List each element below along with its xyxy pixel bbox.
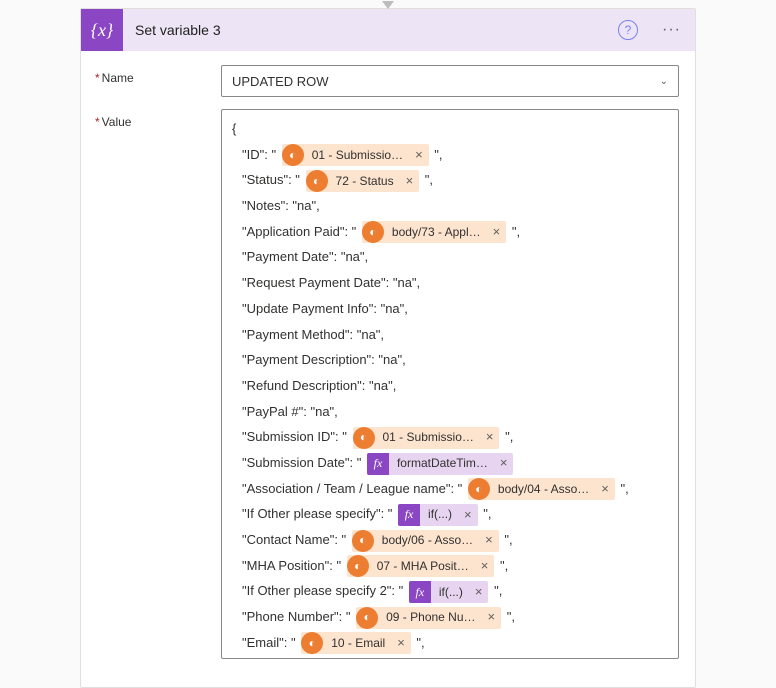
dynamic-icon: ◐ xyxy=(352,530,374,552)
required-marker: * xyxy=(95,71,100,85)
token-label: formatDateTim… xyxy=(389,453,494,475)
value-input[interactable]: {"ID": " ◐01 - Submissio…× ","Status": "… xyxy=(221,109,679,659)
code-line: "Email": " ◐10 - Email× ", xyxy=(232,631,668,656)
name-label: *Name xyxy=(95,65,221,85)
close-icon[interactable]: × xyxy=(391,632,411,654)
code-line: "Refund Description": "na", xyxy=(232,374,668,399)
value-row: *Value {"ID": " ◐01 - Submissio…× ","Sta… xyxy=(95,109,679,659)
help-icon[interactable]: ? xyxy=(618,20,638,40)
dynamic-content-token[interactable]: ◐body/73 - Appl…× xyxy=(362,221,506,243)
card-header[interactable]: {x} Set variable 3 ? ··· xyxy=(81,9,695,51)
token-label: body/06 - Asso… xyxy=(374,530,479,552)
code-line: "If Other please specify 2": " fxif(...)… xyxy=(232,579,668,604)
action-card: {x} Set variable 3 ? ··· *Name UPDATED R… xyxy=(80,8,696,688)
code-line: "Phone Number": " ◐09 - Phone Nu…× ", xyxy=(232,605,668,630)
close-icon[interactable]: × xyxy=(480,427,500,449)
dynamic-icon: ◐ xyxy=(301,632,323,654)
token-label: 07 - MHA Posit… xyxy=(369,555,475,577)
code-line: "Submission ID": " ◐01 - Submissio…× ", xyxy=(232,425,668,450)
close-icon[interactable]: × xyxy=(595,478,615,500)
close-icon[interactable]: × xyxy=(487,221,507,243)
more-options-button[interactable]: ··· xyxy=(656,17,687,43)
fx-icon: fx xyxy=(409,581,431,603)
expression-token[interactable]: fxformatDateTim…× xyxy=(367,453,514,475)
code-line: "PayPal #": "na", xyxy=(232,400,668,425)
dynamic-content-token[interactable]: ◐01 - Submissio…× xyxy=(282,144,429,166)
token-label: 72 - Status xyxy=(328,170,400,192)
code-line: "Status": " ◐72 - Status× ", xyxy=(232,168,668,193)
code-line: "Payment Date": "na", xyxy=(232,245,668,270)
dynamic-content-token[interactable]: ◐07 - MHA Posit…× xyxy=(347,555,495,577)
token-label: body/04 - Asso… xyxy=(490,478,595,500)
token-label: 10 - Email xyxy=(323,632,391,654)
dynamic-content-token[interactable]: ◐body/04 - Asso…× xyxy=(468,478,615,500)
token-label: 01 - Submissio… xyxy=(375,427,480,449)
card-body: *Name UPDATED ROW ⌄ *Value {"ID": " ◐01 … xyxy=(81,51,695,687)
dynamic-icon: ◐ xyxy=(347,555,369,577)
dynamic-icon: ◐ xyxy=(353,427,375,449)
chevron-down-icon: ⌄ xyxy=(660,76,668,87)
close-icon[interactable]: × xyxy=(409,144,429,166)
name-row: *Name UPDATED ROW ⌄ xyxy=(95,65,679,97)
code-line: "Payment Method": "na", xyxy=(232,323,668,348)
close-icon[interactable]: × xyxy=(458,504,478,526)
token-label: 01 - Submissio… xyxy=(304,144,409,166)
expression-token[interactable]: fxif(...)× xyxy=(398,504,478,526)
dynamic-icon: ◐ xyxy=(362,221,384,243)
fx-icon: fx xyxy=(398,504,420,526)
close-icon[interactable]: × xyxy=(482,607,502,629)
code-line: "Association / Team / League name": " ◐b… xyxy=(232,477,668,502)
dynamic-content-token[interactable]: ◐body/06 - Asso…× xyxy=(352,530,499,552)
fx-icon: fx xyxy=(367,453,389,475)
close-icon[interactable]: × xyxy=(400,170,420,192)
token-label: if(...) xyxy=(431,581,469,603)
dynamic-icon: ◐ xyxy=(468,478,490,500)
token-label: if(...) xyxy=(420,504,458,526)
value-label: *Value xyxy=(95,109,221,129)
code-line: "MHA Position": " ◐07 - MHA Posit…× ", xyxy=(232,554,668,579)
connector-arrow-icon xyxy=(382,1,394,9)
name-dropdown[interactable]: UPDATED ROW ⌄ xyxy=(221,65,679,97)
close-icon[interactable]: × xyxy=(475,555,495,577)
close-icon[interactable]: × xyxy=(479,530,499,552)
dynamic-content-token[interactable]: ◐72 - Status× xyxy=(306,170,420,192)
dynamic-icon: ◐ xyxy=(356,607,378,629)
variable-icon: {x} xyxy=(81,9,123,51)
token-label: 09 - Phone Nu… xyxy=(378,607,481,629)
card-title: Set variable 3 xyxy=(135,22,606,38)
code-line: "If Other please specify": " fxif(...)× … xyxy=(232,502,668,527)
dynamic-content-token[interactable]: ◐09 - Phone Nu…× xyxy=(356,607,501,629)
close-icon[interactable]: × xyxy=(469,581,489,603)
code-line: "Request Payment Date": "na", xyxy=(232,271,668,296)
code-line: "Application Paid": " ◐body/73 - Appl…× … xyxy=(232,220,668,245)
token-label: body/73 - Appl… xyxy=(384,221,487,243)
code-line: "Notes": "na", xyxy=(232,194,668,219)
required-marker: * xyxy=(95,115,100,129)
dynamic-content-token[interactable]: ◐10 - Email× xyxy=(301,632,411,654)
dynamic-icon: ◐ xyxy=(282,144,304,166)
code-line: "Payment Description": "na", xyxy=(232,348,668,373)
dynamic-content-token[interactable]: ◐01 - Submissio…× xyxy=(353,427,500,449)
expression-token[interactable]: fxif(...)× xyxy=(409,581,489,603)
code-line: "ID": " ◐01 - Submissio…× ", xyxy=(232,143,668,168)
code-line: "Submission Date": " fxformatDateTim…× xyxy=(232,451,668,476)
code-line: "Contact Name": " ◐body/06 - Asso…× ", xyxy=(232,528,668,553)
close-icon[interactable]: × xyxy=(494,453,514,475)
code-line: "Update Payment Info": "na", xyxy=(232,297,668,322)
dynamic-icon: ◐ xyxy=(306,170,328,192)
name-selected-value: UPDATED ROW xyxy=(232,74,329,89)
